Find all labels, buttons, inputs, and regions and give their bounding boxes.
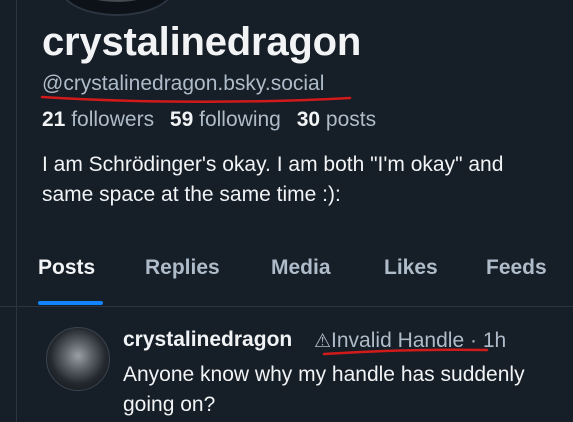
tab-posts[interactable]: Posts — [38, 256, 95, 280]
posts-stat: 30 posts — [297, 108, 376, 131]
post-author-avatar[interactable] — [46, 327, 110, 391]
post-handle-status: ⚠Invalid Handle · 1h — [314, 329, 506, 353]
tab-likes[interactable]: Likes — [384, 256, 438, 280]
following-count: 59 — [169, 108, 194, 131]
following-link[interactable]: 59 following — [170, 108, 281, 131]
profile-stats: 21 followers 59 following 30 posts — [42, 106, 386, 134]
posts-count: 30 — [296, 108, 321, 131]
left-column-border — [16, 0, 17, 422]
tab-media[interactable]: Media — [271, 256, 331, 280]
profile-tabs: Posts Replies Media Likes Feeds — [0, 246, 573, 307]
post-text: Anyone know why my handle has suddenly g… — [123, 363, 525, 416]
post-author-name[interactable]: crystalinedragon — [123, 328, 292, 352]
active-tab-indicator — [38, 301, 103, 305]
profile-avatar[interactable] — [60, 0, 174, 16]
profile-bio: I am Schrödinger's okay. I am both "I'm … — [42, 153, 504, 206]
tab-feeds[interactable]: Feeds — [486, 256, 547, 280]
invalid-handle-label[interactable]: Invalid Handle — [331, 329, 464, 352]
meta-separator: · — [469, 329, 477, 352]
profile-handle: @crystalinedragon.bsky.social — [42, 72, 325, 95]
followers-link[interactable]: 21 followers — [42, 108, 154, 131]
followers-count: 21 — [42, 108, 66, 131]
post-time[interactable]: 1h — [483, 329, 506, 352]
warning-triangle-icon: ⚠ — [314, 331, 332, 352]
tab-replies[interactable]: Replies — [145, 256, 220, 280]
profile-display-name: crystalinedragon — [42, 20, 362, 64]
following-label: following — [199, 108, 281, 131]
posts-label: posts — [325, 108, 377, 131]
followers-label: followers — [71, 108, 155, 131]
